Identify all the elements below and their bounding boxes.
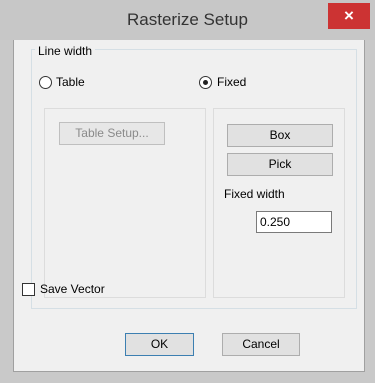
save-vector-checkbox[interactable] — [22, 283, 35, 296]
close-button[interactable]: × — [328, 3, 370, 29]
radio-table[interactable] — [39, 76, 52, 89]
ok-button[interactable]: OK — [125, 333, 194, 356]
box-button[interactable]: Box — [227, 124, 333, 147]
radio-table-label[interactable]: Table — [56, 75, 85, 89]
radio-fixed-label[interactable]: Fixed — [217, 75, 246, 89]
cancel-button[interactable]: Cancel — [222, 333, 300, 356]
fixed-panel: Box Pick Fixed width — [213, 108, 345, 298]
bottom-frame — [0, 372, 375, 383]
fixed-width-label: Fixed width — [224, 187, 285, 201]
save-vector-label[interactable]: Save Vector — [40, 282, 105, 296]
line-width-legend: Line width — [35, 44, 96, 58]
radio-fixed[interactable] — [199, 76, 212, 89]
dialog-body: Line width Table Fixed Table Setup... Bo… — [13, 40, 365, 372]
pick-button[interactable]: Pick — [227, 153, 333, 176]
title-bar: Rasterize Setup × — [0, 0, 375, 40]
table-panel: Table Setup... — [44, 108, 206, 298]
window-title: Rasterize Setup — [127, 10, 248, 29]
line-width-group: Line width Table Fixed Table Setup... Bo… — [31, 44, 357, 309]
fixed-width-input[interactable] — [256, 211, 332, 233]
table-setup-button[interactable]: Table Setup... — [59, 122, 165, 145]
